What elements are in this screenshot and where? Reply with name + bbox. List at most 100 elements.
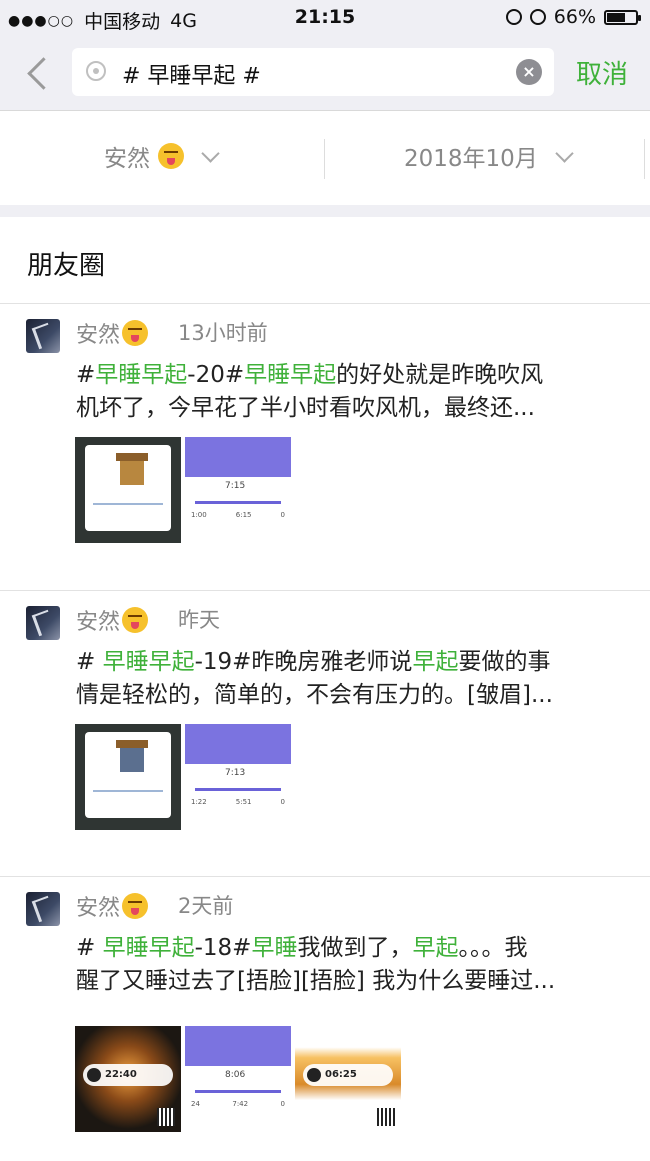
user-filter-label: 安然: [104, 146, 150, 172]
author-name: 安然: [76, 610, 121, 635]
building-icon: [116, 740, 148, 772]
status-bar: ●●●○○ 中国移动 4G 21:15 66%: [0, 0, 650, 36]
search-query: # 早睡早起 #: [122, 64, 261, 89]
post-text: # 早睡早起-19#昨晚房雅老师说早起要做的事 情是轻松的，简单的，不会有压力的…: [76, 646, 616, 712]
post-author: 安然: [76, 890, 149, 922]
clear-icon[interactable]: ×: [516, 59, 542, 85]
stats-row: 1:00 6:15 0: [191, 511, 285, 519]
post-text-segment: 。。。我: [458, 935, 528, 961]
timeline-line: [93, 790, 163, 792]
post-text-segment: #: [76, 935, 103, 961]
post-text-line1: # 早睡早起-19#昨晚房雅老师说早起要做的事: [76, 646, 616, 679]
filter-row: 安然 2018年10月: [0, 111, 650, 205]
avatar[interactable]: [26, 892, 60, 926]
date-filter-label: 2018年10月: [404, 146, 538, 172]
hashtag-highlight[interactable]: 早睡早起: [103, 649, 195, 675]
hashtag-highlight[interactable]: 早起: [412, 649, 458, 675]
post-images: 7:13 1:22 5:51 0: [75, 724, 291, 830]
sleep-app-thumbnail[interactable]: [75, 724, 181, 830]
sleep-stats-thumbnail[interactable]: 7:15 1:00 6:15 0: [185, 437, 291, 543]
chevron-down-icon: [555, 143, 574, 163]
sleep-time-pill: 22:40: [83, 1064, 173, 1086]
post-text-segment: -20#: [187, 362, 245, 388]
filter-divider: [324, 139, 325, 179]
stats-bar: [195, 1090, 281, 1093]
user-filter-dropdown[interactable]: 安然: [104, 139, 220, 173]
post-text-segment: 我做到了，: [297, 935, 413, 961]
tongue-out-emoji-icon: [122, 893, 149, 919]
post-text-segment: #: [76, 362, 96, 388]
search-icon: [86, 61, 106, 81]
search-input[interactable]: # 早睡早起 # ×: [72, 48, 554, 96]
qr-code-icon: [157, 1108, 175, 1126]
stats-value: 0: [280, 1100, 285, 1108]
tongue-out-emoji-icon: [122, 320, 149, 346]
stats-value: 7:42: [232, 1100, 249, 1108]
post-text-line2: 情是轻松的，简单的，不会有压力的。[皱眉]...: [76, 682, 553, 708]
stats-value: 0: [280, 511, 285, 519]
author-name: 安然: [76, 323, 121, 348]
stats-bar: [195, 501, 281, 504]
date-filter-dropdown[interactable]: 2018年10月: [404, 139, 574, 173]
sleep-stats-thumbnail[interactable]: 7:13 1:22 5:51 0: [185, 724, 291, 830]
rotation-lock-icon: [505, 9, 522, 25]
section-title: 朋友圈: [27, 251, 106, 281]
post-text: # 早睡早起-18#早睡我做到了，早起。。。我 醒了又睡过去了[捂脸][捂脸] …: [76, 932, 616, 998]
post-text-line1: #早睡早起-20#早睡早起的好处就是昨晚吹风: [76, 359, 616, 392]
post-images: 22:40 8:06 24 7:42 0 06:25: [75, 1026, 401, 1132]
stats-header: [185, 437, 291, 477]
alarm-icon: [529, 9, 546, 25]
sleep-card: [85, 445, 171, 531]
post-images: 7:15 1:00 6:15 0: [75, 437, 291, 543]
stats-value: 6:15: [235, 511, 252, 519]
wake-time-pill: 06:25: [303, 1064, 393, 1086]
post-author: 安然: [76, 317, 149, 349]
cancel-button[interactable]: 取消: [576, 54, 628, 91]
post-text-line2: 醒了又睡过去了[捂脸][捂脸] 我为什么要睡过...: [76, 968, 556, 994]
moment-post[interactable]: 安然 2天前 # 早睡早起-18#早睡我做到了，早起。。。我 醒了又睡过去了[捂…: [0, 876, 650, 1161]
stats-value: 0: [280, 798, 285, 806]
sleep-app-thumbnail[interactable]: [75, 437, 181, 543]
stats-row: 24 7:42 0: [191, 1100, 285, 1108]
author-name: 安然: [76, 896, 121, 921]
hashtag-highlight[interactable]: 早起: [412, 935, 458, 961]
moment-post[interactable]: 安然 昨天 # 早睡早起-19#昨晚房雅老师说早起要做的事 情是轻松的，简单的，…: [0, 590, 650, 875]
avatar[interactable]: [26, 319, 60, 353]
section-gap: [0, 205, 650, 217]
timeline-line: [93, 503, 163, 505]
sleep-stats-thumbnail[interactable]: 8:06 24 7:42 0: [185, 1026, 291, 1132]
hashtag-highlight[interactable]: 早睡早起: [244, 362, 336, 388]
stats-header: [185, 1026, 291, 1066]
post-time: 昨天: [178, 608, 220, 632]
post-text: #早睡早起-20#早睡早起的好处就是昨晚吹风 机坏了，今早花了半小时看吹风机，最…: [76, 359, 616, 425]
post-time: 13小时前: [178, 321, 268, 345]
battery-icon: [604, 9, 641, 25]
post-time: 2天前: [178, 894, 234, 918]
avatar[interactable]: [26, 606, 60, 640]
sleep-card: [85, 732, 171, 818]
back-button[interactable]: [22, 52, 56, 92]
hashtag-highlight[interactable]: 早睡: [251, 935, 297, 961]
post-author: 安然: [76, 604, 149, 636]
post-text-line2: 机坏了，今早花了半小时看吹风机，最终还...: [76, 395, 535, 421]
stats-value: 5:51: [235, 798, 252, 806]
stats-value: 1:22: [191, 798, 207, 806]
wake-photo-thumbnail[interactable]: 06:25: [295, 1026, 401, 1132]
sleep-photo-thumbnail[interactable]: 22:40: [75, 1026, 181, 1132]
post-text-segment: -18#: [194, 935, 252, 961]
qr-code-icon: [377, 1108, 395, 1126]
hashtag-highlight[interactable]: 早睡早起: [103, 935, 195, 961]
stats-header: [185, 724, 291, 764]
filter-divider: [644, 139, 645, 179]
battery-percent: 66%: [553, 6, 596, 28]
post-text-segment: -19#昨晚房雅老师说: [194, 649, 413, 675]
stats-duration: 7:15: [225, 481, 246, 491]
stats-value: 1:00: [191, 511, 207, 519]
moment-post[interactable]: 安然 13小时前 #早睡早起-20#早睡早起的好处就是昨晚吹风 机坏了，今早花了…: [0, 303, 650, 588]
stats-duration: 7:13: [225, 768, 246, 778]
post-text-segment: 要做的事: [458, 649, 551, 675]
hashtag-highlight[interactable]: 早睡早起: [95, 362, 187, 388]
post-text-line1: # 早睡早起-18#早睡我做到了，早起。。。我: [76, 932, 616, 965]
tongue-out-emoji-icon: [158, 143, 184, 169]
stats-bar: [195, 788, 281, 791]
